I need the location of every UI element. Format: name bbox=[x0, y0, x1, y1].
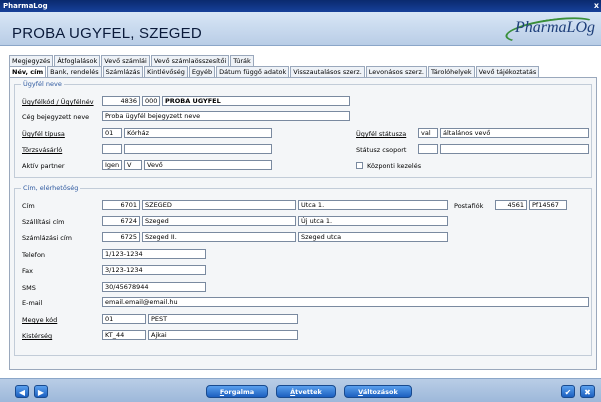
window-title: PharmaLog bbox=[3, 2, 48, 10]
shipping-zip-input[interactable]: 6724 bbox=[102, 216, 140, 226]
window-title-bar: PharmaLog x bbox=[0, 0, 601, 12]
cancel-button[interactable]: ✖ bbox=[580, 385, 595, 398]
section-legend-client-name: Ügyfél neve bbox=[23, 80, 62, 88]
section-legend-address: Cím, elérhetőség bbox=[23, 184, 79, 192]
central-management-checkbox[interactable] bbox=[356, 162, 363, 169]
checkmark-icon: ✔ bbox=[564, 388, 572, 397]
registered-name-label: Cég bejegyzett neve bbox=[22, 113, 90, 121]
po-box-input[interactable]: Pf14567 bbox=[529, 200, 567, 210]
tab-turak[interactable]: Túrák bbox=[230, 55, 254, 66]
fax-input[interactable]: 3/123-1234 bbox=[102, 265, 206, 275]
po-box-label: Postafiók bbox=[454, 202, 484, 210]
address-zip-input[interactable]: 6701 bbox=[102, 200, 140, 210]
county-code-label: Megye kód bbox=[22, 316, 58, 324]
phone-input[interactable]: 1/123-1234 bbox=[102, 249, 206, 259]
page-title: PROBA UGYFEL, SZEGED bbox=[12, 25, 202, 42]
billing-zip-input[interactable]: 6725 bbox=[102, 232, 140, 242]
regular-customer-code-input[interactable] bbox=[102, 144, 122, 154]
status-group-code-input[interactable] bbox=[418, 144, 438, 154]
tab-row-bottom: Név, cím Bank, rendelés Számlázás Kintlé… bbox=[9, 66, 540, 77]
tab-levonasos-szerz[interactable]: Levonásos szerz. bbox=[365, 66, 427, 77]
shipping-address-label: Szállítási cím bbox=[22, 218, 65, 226]
client-status-label: Ügyfél státusza bbox=[356, 130, 407, 138]
status-group-label: Státusz csoport bbox=[356, 146, 407, 154]
arrow-left-icon: ◀ bbox=[18, 388, 26, 397]
po-box-zip-input[interactable]: 4561 bbox=[495, 200, 527, 210]
phone-label: Telefon bbox=[22, 251, 46, 259]
tab-szamlazas[interactable]: Számlázás bbox=[102, 66, 144, 77]
active-partner-label: Aktív partner bbox=[22, 162, 65, 170]
status-group-name-input[interactable] bbox=[440, 144, 589, 154]
active-partner-input[interactable]: Igen bbox=[102, 160, 122, 170]
billing-street-input[interactable]: Szeged utca bbox=[298, 232, 448, 242]
partner-role-code-input[interactable]: V bbox=[124, 160, 142, 170]
county-code-input[interactable]: 01 bbox=[102, 314, 146, 324]
bottom-toolbar: ◀ ▶ Forgalma Átvettek Változások ✔ ✖ bbox=[0, 378, 601, 402]
close-icon: ✖ bbox=[584, 388, 591, 397]
regular-customer-name-input[interactable] bbox=[124, 144, 272, 154]
fax-label: Fax bbox=[22, 267, 33, 275]
shipping-city-input[interactable]: Szeged bbox=[142, 216, 296, 226]
tab-content-panel: Ügyfél neve Ügyfélkód / Ügyfélnév 4836 0… bbox=[9, 77, 597, 370]
tab-datum-fuggo-adatok[interactable]: Dátum függő adatok bbox=[216, 66, 290, 77]
region-name-input[interactable]: Ajkai bbox=[148, 330, 298, 340]
logo-text: PharmaLOg bbox=[515, 19, 596, 36]
tab-row-top: Megjegyzés Átfoglalások Vevő számlái Vev… bbox=[9, 55, 255, 66]
tab-kintlevoseg[interactable]: Kintlévőség bbox=[144, 66, 188, 77]
billing-address-label: Számlázási cím bbox=[22, 234, 73, 242]
tab-megjegyzes[interactable]: Megjegyzés bbox=[9, 55, 54, 66]
arrow-right-icon: ▶ bbox=[37, 388, 45, 397]
tab-vevo-szamlai[interactable]: Vevő számlái bbox=[101, 55, 150, 66]
shipping-street-input[interactable]: Új utca 1. bbox=[298, 216, 448, 226]
client-code-input[interactable]: 4836 bbox=[102, 96, 140, 106]
address-city-input[interactable]: SZEGED bbox=[142, 200, 296, 210]
central-management-label: Központi kezelés bbox=[367, 162, 422, 170]
tab-bank-rendeles[interactable]: Bank, rendelés bbox=[47, 66, 102, 77]
client-subcode-input[interactable]: 000 bbox=[142, 96, 160, 106]
region-label: Kistérség bbox=[22, 332, 53, 340]
next-record-button[interactable]: ▶ bbox=[34, 385, 48, 398]
client-type-label: Ügyfél típusa bbox=[22, 130, 65, 138]
confirm-button[interactable]: ✔ bbox=[561, 385, 575, 398]
previous-record-button[interactable]: ◀ bbox=[15, 385, 29, 398]
sms-label: SMS bbox=[22, 284, 36, 292]
partner-role-name-input[interactable]: Vevő bbox=[144, 160, 272, 170]
received-button[interactable]: Átvettek bbox=[276, 385, 336, 398]
tab-atfoglalasok[interactable]: Átfoglalások bbox=[54, 55, 101, 66]
registered-name-input[interactable]: Proba ügyfél bejegyzett neve bbox=[102, 111, 350, 121]
billing-city-input[interactable]: Szeged II. bbox=[142, 232, 296, 242]
client-type-name-input[interactable]: Kórház bbox=[124, 128, 272, 138]
client-type-code-input[interactable]: 01 bbox=[102, 128, 122, 138]
close-icon[interactable]: x bbox=[594, 0, 599, 12]
address-label: Cím bbox=[22, 202, 35, 210]
sms-input[interactable]: 30/45678944 bbox=[102, 282, 206, 292]
tab-nev-cim[interactable]: Név, cím bbox=[9, 66, 47, 77]
tab-vevo-tajekoztatas[interactable]: Vevő tájékoztatás bbox=[475, 66, 540, 77]
tab-egyeb[interactable]: Egyéb bbox=[188, 66, 216, 77]
email-label: E-mail bbox=[22, 299, 43, 307]
county-name-input[interactable]: PEST bbox=[148, 314, 298, 324]
regular-customer-label: Törzsvásárló bbox=[22, 146, 63, 154]
client-id-label: Ügyfélkód / Ügyfélnév bbox=[22, 98, 94, 106]
tab-tarolohelyek[interactable]: Tárolóhelyek bbox=[427, 66, 475, 77]
changes-button[interactable]: Változások bbox=[344, 385, 412, 398]
client-status-name-input[interactable]: általános vevő bbox=[440, 128, 589, 138]
turnover-button[interactable]: Forgalma bbox=[206, 385, 268, 398]
email-input[interactable]: email.email@email.hu bbox=[102, 297, 589, 307]
client-status-code-input[interactable]: val bbox=[418, 128, 438, 138]
region-code-input[interactable]: KT_44 bbox=[102, 330, 146, 340]
tab-vevo-szamlaosszesitoi[interactable]: Vevő számlaösszesítői bbox=[150, 55, 230, 66]
address-street-input[interactable]: Utca 1. bbox=[298, 200, 448, 210]
client-name-input[interactable]: PROBA UGYFEL bbox=[162, 96, 350, 106]
pharmalog-logo: PharmaLOg bbox=[503, 12, 599, 48]
tab-visszautalasos-szerz[interactable]: Visszautalásos szerz. bbox=[290, 66, 365, 77]
client-header: PROBA UGYFEL, SZEGED PharmaLOg bbox=[0, 12, 601, 48]
